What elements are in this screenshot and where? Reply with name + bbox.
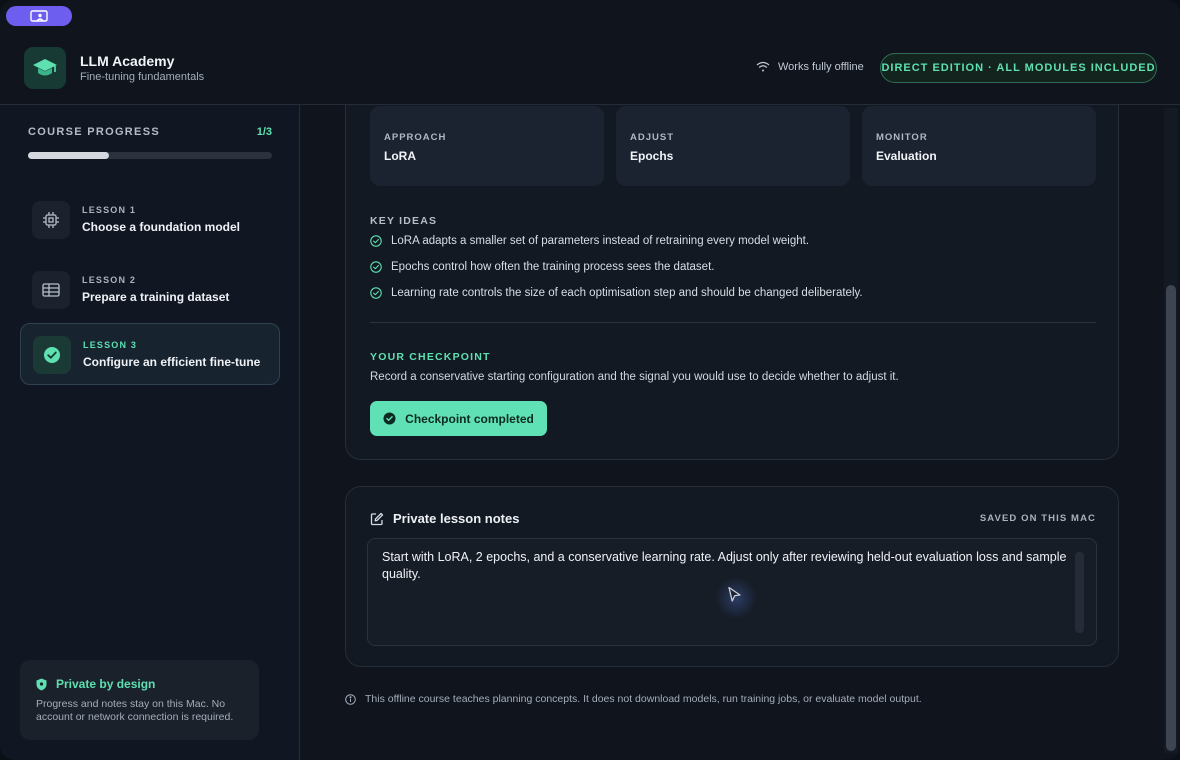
checkpoint-title: YOUR CHECKPOINT <box>370 351 491 363</box>
course-progress-title: COURSE PROGRESS <box>28 126 160 138</box>
app-title: LLM Academy <box>80 53 175 69</box>
stat-label: ADJUST <box>630 132 675 143</box>
lesson-card: APPROACH LoRA ADJUST Epochs MONITOR Eval… <box>345 105 1119 460</box>
checkpoint-button-label: Checkpoint completed <box>405 411 534 426</box>
stat-label: MONITOR <box>876 132 928 143</box>
lesson-title: Choose a foundation model <box>82 220 240 234</box>
key-idea-text: LoRA adapts a smaller set of parameters … <box>391 235 810 247</box>
main-scrollbar[interactable] <box>1164 108 1178 753</box>
chip-icon <box>43 212 59 228</box>
privacy-title: Private by design <box>56 677 156 691</box>
check-circle-outline-icon <box>370 261 382 273</box>
main-scrollbar-thumb[interactable] <box>1166 285 1176 751</box>
section-divider <box>370 322 1096 323</box>
course-progress-fill <box>28 152 109 159</box>
stat-value: Epochs <box>630 149 674 163</box>
app-subtitle: Fine-tuning fundamentals <box>80 71 205 83</box>
privacy-card: Private by design Progress and notes sta… <box>20 660 259 740</box>
view-switch-button[interactable] <box>6 6 72 26</box>
lesson-icon-box <box>32 201 70 239</box>
lesson-title: Prepare a training dataset <box>82 290 230 304</box>
stat-card-monitor: MONITOR Evaluation <box>862 106 1096 186</box>
edition-badge: DIRECT EDITION · ALL MODULES INCLUDED <box>880 53 1157 83</box>
lesson-icon-box <box>33 336 71 374</box>
notes-textarea[interactable]: Start with LoRA, 2 epochs, and a conserv… <box>367 538 1097 646</box>
key-idea-item: Learning rate controls the size of each … <box>370 287 863 299</box>
info-icon <box>345 693 356 705</box>
app-header: LLM Academy Fine-tuning fundamentals Wor… <box>0 0 1180 105</box>
lesson-kicker: LESSON 3 <box>83 340 138 350</box>
shield-icon <box>36 678 47 690</box>
check-circle-outline-icon <box>370 287 382 299</box>
stat-label: APPROACH <box>384 132 447 143</box>
sidebar-item-lesson-2[interactable]: LESSON 2 Prepare a training dataset <box>20 259 280 321</box>
graduation-cap-icon <box>33 59 57 76</box>
stat-card-adjust: ADJUST Epochs <box>616 106 850 186</box>
checkpoint-completed-button[interactable]: Checkpoint completed <box>370 401 547 436</box>
table-icon <box>42 283 60 297</box>
notes-title: Private lesson notes <box>393 511 520 526</box>
key-ideas-title: KEY IDEAS <box>370 215 438 227</box>
app-window: LLM Academy Fine-tuning fundamentals Wor… <box>0 0 1180 760</box>
check-circle-icon <box>383 412 396 425</box>
course-progress-bar <box>28 152 272 159</box>
notes-card: Private lesson notes SAVED ON THIS MAC S… <box>345 486 1119 667</box>
app-logo <box>24 47 66 89</box>
check-circle-outline-icon <box>370 235 382 247</box>
edit-note-icon <box>370 512 384 525</box>
privacy-text: Progress and notes stay on this Mac. No … <box>36 698 234 723</box>
lesson-title: Configure an efficient fine-tune <box>83 355 261 369</box>
notes-scrollbar[interactable] <box>1075 552 1084 633</box>
lesson-kicker: LESSON 2 <box>82 275 137 285</box>
footer-note-text: This offline course teaches planning con… <box>365 693 922 705</box>
lesson-icon-box <box>32 271 70 309</box>
notes-saved-label: SAVED ON THIS MAC <box>979 513 1096 524</box>
key-idea-text: Epochs control how often the training pr… <box>391 261 715 273</box>
sidebar: COURSE PROGRESS 1/3 LESSON 1 Choose a fo… <box>0 105 300 760</box>
sidebar-item-lesson-3[interactable]: LESSON 3 Configure an efficient fine-tun… <box>20 323 280 385</box>
key-idea-text: Learning rate controls the size of each … <box>391 287 863 299</box>
footer-note: This offline course teaches planning con… <box>345 693 922 705</box>
stat-value: Evaluation <box>876 149 937 163</box>
offline-label: Works fully offline <box>778 61 864 73</box>
stat-card-approach: APPROACH LoRA <box>370 106 604 186</box>
stat-value: LoRA <box>384 149 416 163</box>
offline-status: Works fully offline <box>756 61 864 73</box>
wifi-icon <box>756 61 770 72</box>
pointer-cursor-icon <box>728 586 741 602</box>
privacy-heading: Private by design <box>36 677 155 691</box>
checkpoint-description: Record a conservative starting configura… <box>370 371 899 383</box>
sidebar-item-lesson-1[interactable]: LESSON 1 Choose a foundation model <box>20 189 280 251</box>
key-idea-item: LoRA adapts a smaller set of parameters … <box>370 235 809 247</box>
screen-person-icon <box>30 10 48 22</box>
key-idea-item: Epochs control how often the training pr… <box>370 261 714 273</box>
notes-heading: Private lesson notes <box>370 511 519 526</box>
lesson-kicker: LESSON 1 <box>82 205 137 215</box>
check-circle-icon <box>44 347 60 363</box>
main-content: APPROACH LoRA ADJUST Epochs MONITOR Eval… <box>301 105 1163 760</box>
course-progress-count: 1/3 <box>256 126 272 138</box>
